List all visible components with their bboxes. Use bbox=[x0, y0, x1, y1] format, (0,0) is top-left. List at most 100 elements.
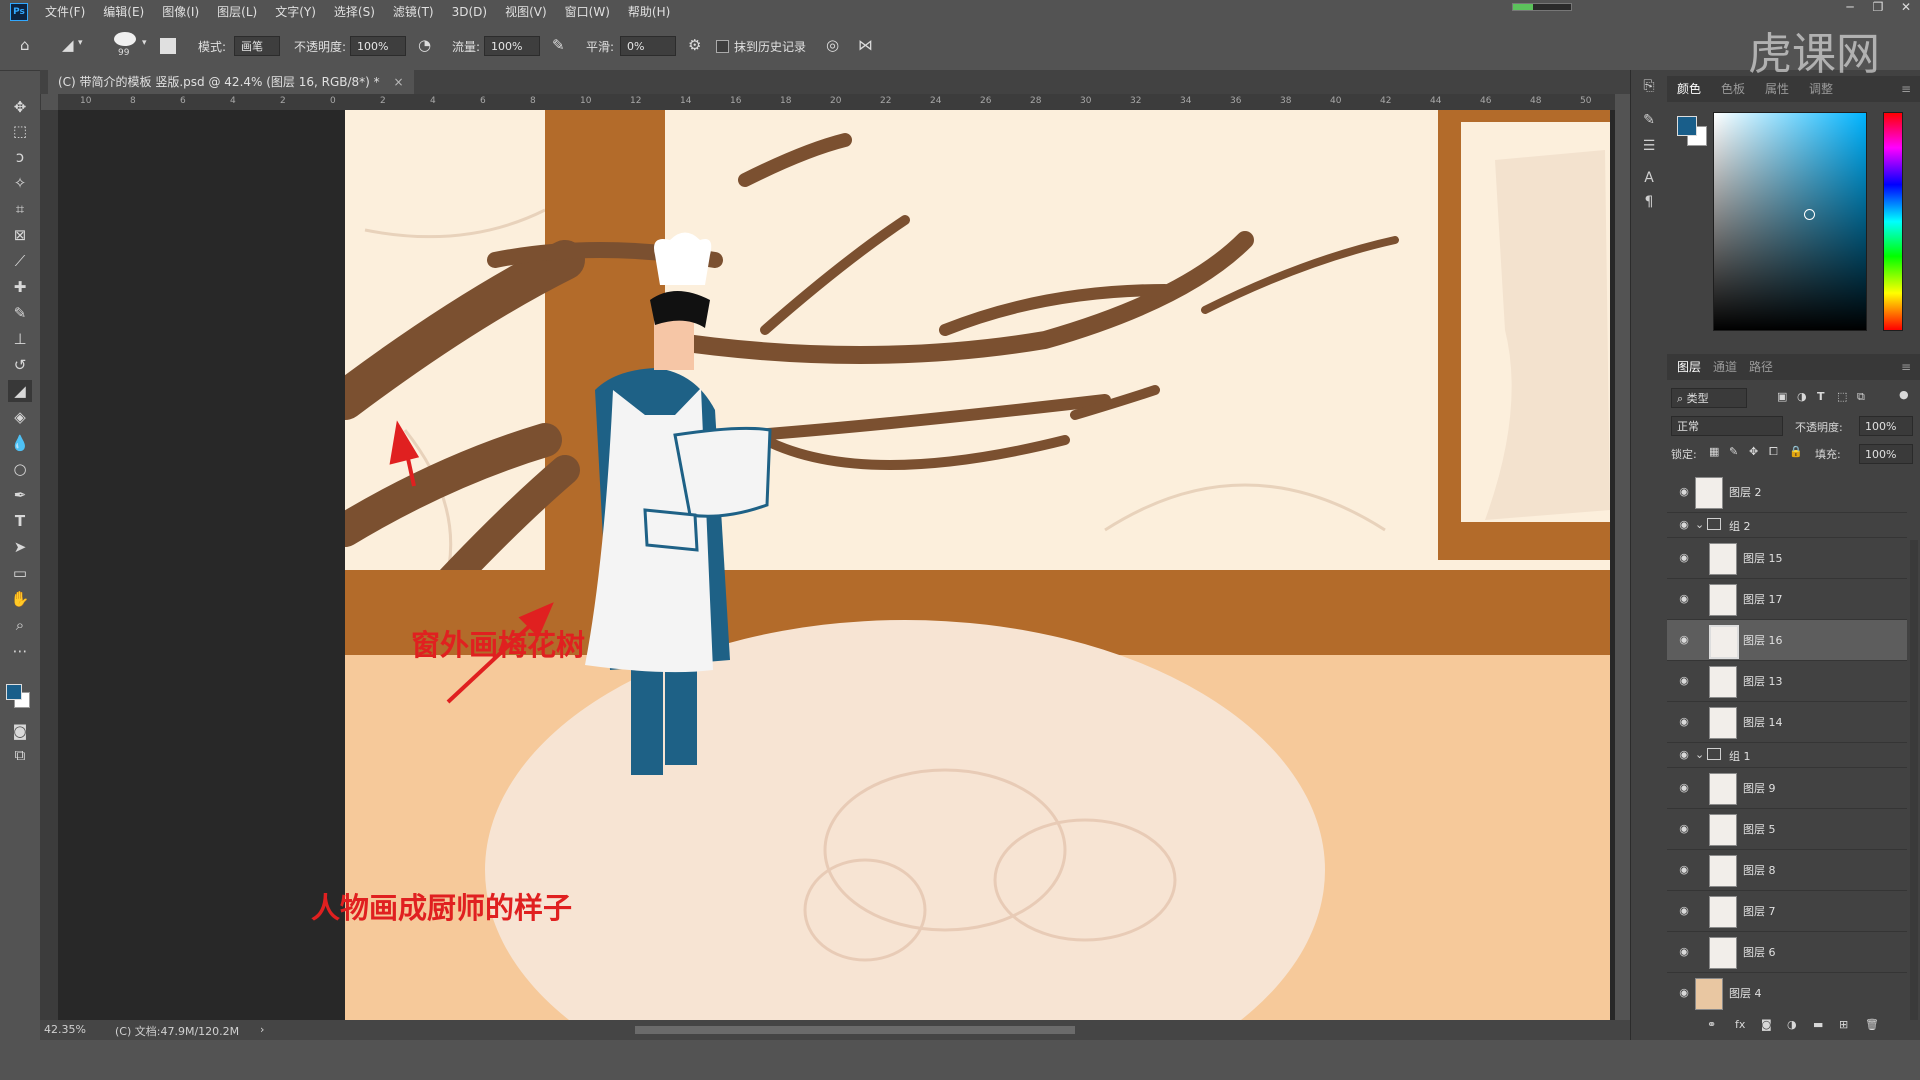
layer-filter-select[interactable]: ⌕ 类型 bbox=[1671, 388, 1747, 408]
paint-bucket-icon[interactable]: ◈ bbox=[8, 406, 32, 428]
move-tool-icon[interactable]: ✥ bbox=[8, 96, 32, 118]
fx-icon[interactable]: fx bbox=[1735, 1018, 1745, 1031]
zoom-level[interactable]: 42.35% bbox=[44, 1023, 86, 1036]
chevron-down-icon[interactable]: ⌄ bbox=[1695, 518, 1704, 531]
layer-row[interactable]: ◉ 图层 15 bbox=[1667, 538, 1907, 579]
pressure-opacity-icon[interactable]: ◔ bbox=[418, 36, 431, 54]
more-tools-icon[interactable]: ⋯ bbox=[8, 640, 32, 662]
hue-slider[interactable] bbox=[1883, 112, 1903, 331]
smooth-field[interactable]: 0% bbox=[620, 36, 676, 56]
menu-item[interactable]: 图层(L) bbox=[208, 0, 266, 24]
mask-icon[interactable]: ◙ bbox=[1761, 1018, 1772, 1031]
foreground-color-swatch[interactable] bbox=[1677, 116, 1697, 136]
mode-select[interactable]: 画笔 bbox=[234, 36, 280, 56]
eraser-tool-icon[interactable]: ◢ bbox=[8, 380, 32, 402]
panel-menu-icon[interactable]: ≡ bbox=[1901, 354, 1911, 380]
menu-item[interactable]: 窗口(W) bbox=[556, 0, 619, 24]
brush-settings-icon[interactable] bbox=[160, 38, 176, 54]
visibility-eye-icon[interactable]: ◉ bbox=[1677, 592, 1691, 606]
visibility-eye-icon[interactable]: ◉ bbox=[1677, 748, 1691, 762]
brush-panel-icon[interactable]: ✎ bbox=[1639, 110, 1659, 130]
pressure-size-icon[interactable]: ◎ bbox=[826, 36, 839, 54]
group-row[interactable]: ◉ ⌄ 组 1 bbox=[1667, 743, 1907, 768]
airbrush-icon[interactable]: ✎ bbox=[552, 36, 565, 54]
adjust-panel-icon[interactable]: ☰ bbox=[1639, 136, 1659, 156]
type-tool-icon[interactable]: T bbox=[8, 510, 32, 532]
layer-row[interactable]: ◉ 图层 7 bbox=[1667, 891, 1907, 932]
healing-brush-icon[interactable]: ✚ bbox=[8, 276, 32, 298]
layer-row[interactable]: ◉ 图层 13 bbox=[1667, 661, 1907, 702]
history-brush-icon[interactable]: ↺ bbox=[8, 354, 32, 376]
visibility-eye-icon[interactable]: ◉ bbox=[1677, 986, 1691, 1000]
layer-opacity-field[interactable]: 100% bbox=[1859, 416, 1913, 436]
close-tab-icon[interactable]: × bbox=[394, 75, 404, 89]
layer-row[interactable]: ◉ 图层 6 bbox=[1667, 932, 1907, 973]
visibility-eye-icon[interactable]: ◉ bbox=[1677, 518, 1691, 532]
chevron-down-icon[interactable]: ⌄ bbox=[1695, 748, 1704, 761]
home-icon[interactable]: ⌂ bbox=[20, 36, 30, 54]
visibility-eye-icon[interactable]: ◉ bbox=[1677, 904, 1691, 918]
eyedropper-icon[interactable]: ⟋ bbox=[8, 250, 32, 272]
visibility-eye-icon[interactable]: ◉ bbox=[1677, 715, 1691, 729]
layer-row[interactable]: ◉ 图层 2 bbox=[1667, 472, 1907, 513]
filter-toggle-icon[interactable]: ● bbox=[1899, 388, 1909, 401]
visibility-eye-icon[interactable]: ◉ bbox=[1677, 822, 1691, 836]
lock-move-icon[interactable]: ✥ bbox=[1749, 445, 1758, 458]
lasso-tool-icon[interactable]: ↄ bbox=[8, 146, 32, 168]
menu-item[interactable]: 图像(I) bbox=[153, 0, 208, 24]
menu-item[interactable]: 帮助(H) bbox=[619, 0, 679, 24]
dodge-tool-icon[interactable]: ○ bbox=[8, 458, 32, 480]
canvas-area[interactable]: 窗外画梅花树 人物画成厨师的样子 bbox=[58, 110, 1615, 1020]
group-row[interactable]: ◉ ⌄ 组 2 bbox=[1667, 513, 1907, 538]
visibility-eye-icon[interactable]: ◉ bbox=[1677, 485, 1691, 499]
menu-item[interactable]: 视图(V) bbox=[496, 0, 556, 24]
tab-layers[interactable]: 图层 bbox=[1677, 354, 1701, 380]
chevron-right-icon[interactable]: › bbox=[260, 1023, 264, 1036]
lock-artboard-icon[interactable]: ⧠ bbox=[1769, 445, 1778, 459]
tab-color[interactable]: 颜色 bbox=[1677, 76, 1701, 102]
paragraph-panel-icon[interactable]: ¶ bbox=[1639, 192, 1659, 212]
marquee-tool-icon[interactable]: ⬚ bbox=[8, 120, 32, 142]
history-panel-icon[interactable]: ⎘ bbox=[1639, 76, 1659, 96]
flow-field[interactable]: 100% bbox=[484, 36, 540, 56]
visibility-eye-icon[interactable]: ◉ bbox=[1677, 633, 1691, 647]
layer-row[interactable]: ◉ 图层 14 bbox=[1667, 702, 1907, 743]
zoom-tool-icon[interactable]: ⌕ bbox=[8, 614, 32, 636]
filter-adjust-icon[interactable]: ◑ bbox=[1797, 390, 1807, 403]
path-selection-icon[interactable]: ➤ bbox=[8, 536, 32, 558]
symmetry-icon[interactable]: ⋈ bbox=[858, 36, 873, 54]
menu-item[interactable]: 文字(Y) bbox=[266, 0, 325, 24]
menu-item[interactable]: 编辑(E) bbox=[94, 0, 153, 24]
visibility-eye-icon[interactable]: ◉ bbox=[1677, 945, 1691, 959]
filter-shape-icon[interactable]: ⬚ bbox=[1837, 390, 1847, 403]
eraser-tool-icon[interactable]: ◢ bbox=[62, 36, 74, 54]
new-layer-icon[interactable]: ⊞ bbox=[1839, 1018, 1848, 1031]
character-panel-icon[interactable]: A bbox=[1639, 168, 1659, 188]
layer-row[interactable]: ◉ 图层 5 bbox=[1667, 809, 1907, 850]
crop-tool-icon[interactable]: ⌗ bbox=[8, 198, 32, 220]
layer-row-selected[interactable]: ◉ 图层 16 bbox=[1667, 620, 1907, 661]
restore-icon[interactable]: ❐ bbox=[1864, 0, 1892, 14]
blur-tool-icon[interactable]: 💧 bbox=[8, 432, 32, 454]
layer-row[interactable]: ◉ 图层 4 bbox=[1667, 973, 1907, 1012]
menu-item[interactable]: 选择(S) bbox=[325, 0, 384, 24]
frame-tool-icon[interactable]: ⊠ bbox=[8, 224, 32, 246]
chevron-down-icon[interactable]: ▾ bbox=[142, 38, 147, 48]
link-layers-icon[interactable]: ⚭ bbox=[1707, 1018, 1716, 1031]
rectangle-tool-icon[interactable]: ▭ bbox=[8, 562, 32, 584]
lock-transparent-icon[interactable]: ▦ bbox=[1709, 445, 1719, 458]
menu-item[interactable]: 滤镜(T) bbox=[384, 0, 443, 24]
visibility-eye-icon[interactable]: ◉ bbox=[1677, 863, 1691, 877]
visibility-eye-icon[interactable]: ◉ bbox=[1677, 674, 1691, 688]
tab-channels[interactable]: 通道 bbox=[1713, 354, 1737, 380]
layer-row[interactable]: ◉ 图层 9 bbox=[1667, 768, 1907, 809]
new-group-icon[interactable]: ▬ bbox=[1813, 1018, 1823, 1031]
minimize-icon[interactable]: ─ bbox=[1836, 0, 1864, 14]
menu-item[interactable]: 3D(D) bbox=[443, 0, 496, 24]
fill-field[interactable]: 100% bbox=[1859, 444, 1913, 464]
lock-all-icon[interactable]: 🔒 bbox=[1789, 445, 1803, 458]
brush-preset-icon[interactable] bbox=[114, 32, 136, 46]
tab-swatches[interactable]: 色板 bbox=[1721, 76, 1745, 102]
adjustment-layer-icon[interactable]: ◑ bbox=[1787, 1018, 1797, 1031]
filter-pixel-icon[interactable]: ▣ bbox=[1777, 390, 1787, 403]
